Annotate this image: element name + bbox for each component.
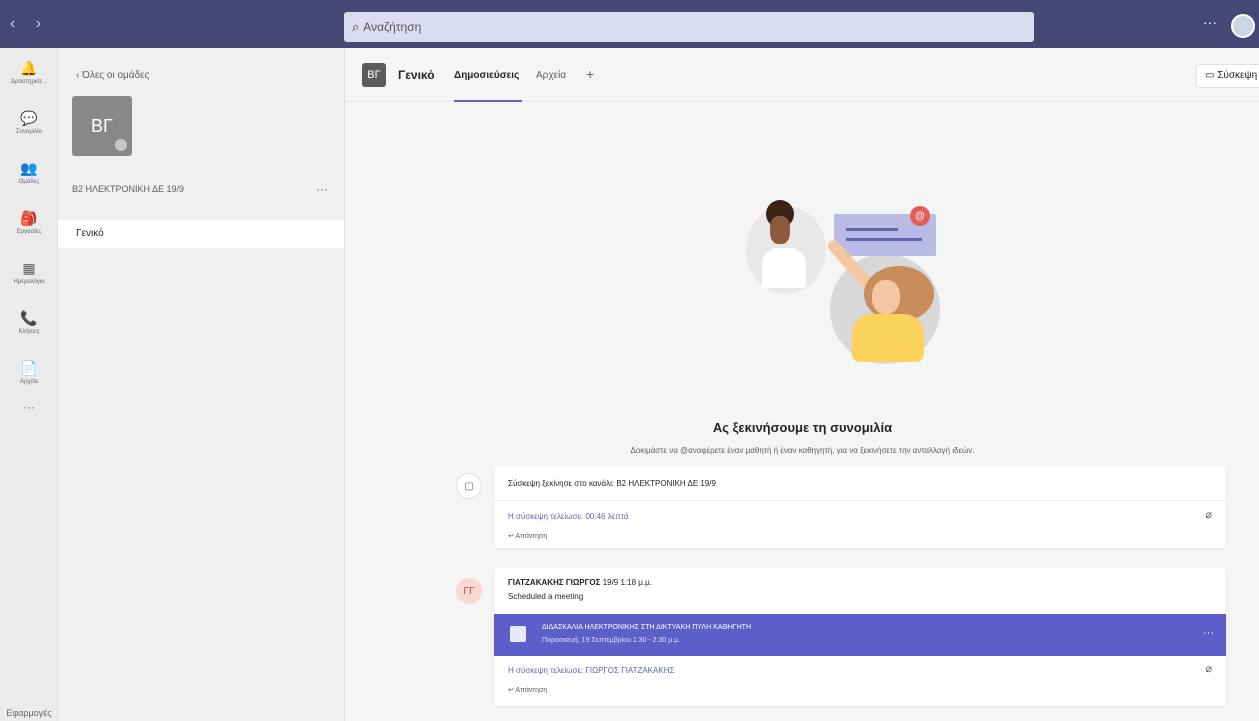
reply-button[interactable]: ↩ Απάντηση	[508, 686, 547, 694]
team-avatar-initials: ΒΓ	[91, 115, 113, 136]
search-input[interactable]: ⌕ Αναζήτηση	[344, 12, 1034, 42]
tab-posts[interactable]: Δημοσιεύσεις	[454, 70, 519, 81]
post-author[interactable]: ΓΙΑΤΖΑΚΑΚΗΣ ΓΙΩΡΓΟΣ	[508, 578, 600, 587]
illustration-person	[852, 314, 924, 362]
channel-team-icon: ΒΓ	[362, 63, 386, 87]
team-more-options-button[interactable]: ···	[316, 182, 328, 196]
rail-label: Κλήσεις	[18, 329, 40, 335]
channel-item-general[interactable]: Γενικό	[58, 220, 344, 248]
channel-main: ΒΓ Γενικό Δημοσιεύσεις Αρχεία + ▭ Σύσκεψ…	[346, 48, 1259, 721]
all-teams-link[interactable]: ‹ Όλες οι ομάδες	[76, 70, 149, 81]
post-text: Scheduled a meeting	[508, 592, 584, 601]
post-scheduled-meeting: ΓΙΑΤΖΑΚΑΚΗΣ ΓΙΩΡΓΟΣ 19/9 1:18 μ.μ. Sched…	[494, 568, 1226, 706]
tab-files[interactable]: Αρχεία	[536, 70, 566, 81]
backpack-icon: 🎒	[20, 210, 38, 226]
rail-teams[interactable]: 👥 Ομάδες	[0, 148, 58, 196]
post-text: Σύσκεψη ξεκίνησε στο κανάλι: Β2 ΗΛΕΚΤΡΟΝ…	[508, 479, 716, 488]
reply-button[interactable]: ↩ Απάντηση	[508, 532, 547, 540]
title-bar: ‹ › ⌕ Αναζήτηση ···	[0, 0, 1259, 48]
rail-assignments[interactable]: 🎒 Εργασίες	[0, 198, 58, 246]
meeting-ended-link[interactable]: Η σύσκεψη τελείωσε: ΓΙΩΡΓΟΣ ΓΙΑΤΖΑΚΑΚΗΣ	[508, 666, 674, 675]
meet-button[interactable]: ▭ Σύσκεψη	[1196, 64, 1259, 88]
team-avatar[interactable]: ΒΓ	[72, 96, 132, 156]
rail-label: Εργασίες	[16, 229, 42, 235]
post-header: ΓΙΑΤΖΑΚΑΚΗΣ ΓΙΩΡΓΟΣ 19/9 1:18 μ.μ.	[508, 578, 652, 587]
search-placeholder: Αναζήτηση	[363, 20, 422, 34]
phone-icon: 📞	[20, 310, 38, 326]
rail-files[interactable]: 📄 Αρχεία	[0, 348, 58, 396]
active-tab-underline	[454, 100, 522, 102]
illustration-line	[846, 238, 922, 241]
search-icon: ⌕	[352, 19, 360, 34]
settings-more-button[interactable]: ···	[1203, 14, 1217, 30]
meeting-time: Παρασκευή, 19 Σεπτεμβρίου 1:30 - 2:30 μ.…	[542, 637, 681, 644]
meet-button-label: Σύσκεψη	[1217, 70, 1258, 81]
post-divider	[494, 500, 1226, 501]
channel-header: ΒΓ Γενικό Δημοσιεύσεις Αρχεία + ▭ Σύσκεψ…	[346, 48, 1259, 102]
attachment-icon[interactable]: ⌀	[1205, 662, 1212, 675]
chat-icon: 💬	[20, 110, 38, 126]
attachment-icon[interactable]: ⌀	[1205, 508, 1212, 521]
empty-state-subheading: Δοκιμάστε να @αναφέρετε έναν μαθητή ή έν…	[630, 446, 975, 455]
team-name: Β2 ΗΛΕΚΤΡΟΝΙΚΗ ΔΕ 19/9	[72, 184, 185, 194]
meeting-title: ΔΙΔΑΣΚΑΛΙΑ ΗΛΕΚΤΡΟΝΙΚΗΣ ΣΤΗ ΔΙΚΤΥΑΚΗ ΠΥΛ…	[542, 624, 752, 631]
rail-calls[interactable]: 📞 Κλήσεις	[0, 298, 58, 346]
post-meeting-started: Σύσκεψη ξεκίνησε στο κανάλι: Β2 ΗΛΕΚΤΡΟΝ…	[494, 466, 1226, 548]
illustration-line	[846, 228, 898, 231]
profile-avatar[interactable]	[1231, 14, 1255, 38]
history-nav-arrows[interactable]: ‹ ›	[10, 15, 49, 33]
rail-apps-button[interactable]: Εφαρμογές	[0, 708, 58, 718]
calendar-icon	[510, 626, 526, 642]
camera-icon	[115, 139, 127, 151]
channel-title: Γενικό	[398, 68, 435, 82]
team-panel: ‹ Όλες οι ομάδες ΒΓ Β2 ΗΛΕΚΤΡΟΝΙΚΗ ΔΕ 19…	[58, 48, 345, 721]
rail-more-apps-button[interactable]: ···	[0, 400, 58, 414]
meeting-more-options-button[interactable]: ···	[1203, 627, 1214, 639]
rail-label: Ημερολόγιο	[13, 279, 45, 285]
bell-icon: 🔔	[20, 60, 38, 76]
meeting-card[interactable]: ΔΙΔΑΣΚΑΛΙΑ ΗΛΕΚΤΡΟΝΙΚΗΣ ΣΤΗ ΔΙΚΤΥΑΚΗ ΠΥΛ…	[494, 614, 1226, 656]
app-rail: 🔔 Δραστηριότ... 💬 Συνομιλία 👥 Ομάδες 🎒 Ε…	[0, 48, 58, 721]
rail-activity[interactable]: 🔔 Δραστηριότ...	[0, 48, 58, 96]
meeting-ended-link[interactable]: Η σύσκεψη τελείωσε: 00:46 λεπτά	[508, 512, 628, 521]
calendar-icon: ▦	[22, 260, 36, 276]
teams-icon: 👥	[20, 160, 38, 176]
illustration-person	[770, 216, 790, 244]
empty-state-heading: Ας ξεκινήσουμε τη συνομιλία	[712, 420, 893, 435]
add-tab-button[interactable]: +	[586, 66, 594, 82]
meeting-video-icon: ▢	[456, 473, 482, 499]
rail-label: Ομάδες	[18, 179, 40, 185]
rail-calendar[interactable]: ▦ Ημερολόγιο	[0, 248, 58, 296]
rail-label: Αρχεία	[19, 379, 39, 385]
illustration-person	[762, 248, 806, 288]
welcome-illustration: @	[746, 196, 946, 366]
illustration-person	[872, 280, 900, 314]
rail-label: Συνομιλία	[16, 129, 42, 135]
author-avatar[interactable]: ΓΓ	[456, 578, 482, 604]
video-icon: ▭	[1205, 70, 1218, 81]
rail-label: Δραστηριότ...	[11, 79, 47, 85]
post-timestamp: 19/9 1:18 μ.μ.	[602, 578, 652, 587]
file-icon: 📄	[20, 360, 38, 376]
mention-badge-icon: @	[910, 206, 930, 226]
rail-chat[interactable]: 💬 Συνομιλία	[0, 98, 58, 146]
